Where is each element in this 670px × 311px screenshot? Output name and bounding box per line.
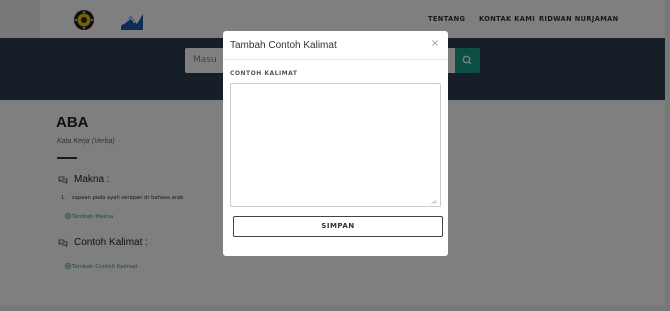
resize-grip-icon[interactable] xyxy=(431,200,437,204)
example-textarea[interactable] xyxy=(230,83,441,207)
dialog-title: Tambah Contoh Kalimat xyxy=(230,40,337,51)
add-example-dialog: Tambah Contoh Kalimat × CONTOH KALIMAT S… xyxy=(223,31,448,256)
dialog-header-divider xyxy=(223,59,448,60)
save-button[interactable]: SIMPAN xyxy=(233,216,443,237)
close-icon[interactable]: × xyxy=(429,38,441,50)
example-field-label: CONTOH KALIMAT xyxy=(230,70,298,77)
